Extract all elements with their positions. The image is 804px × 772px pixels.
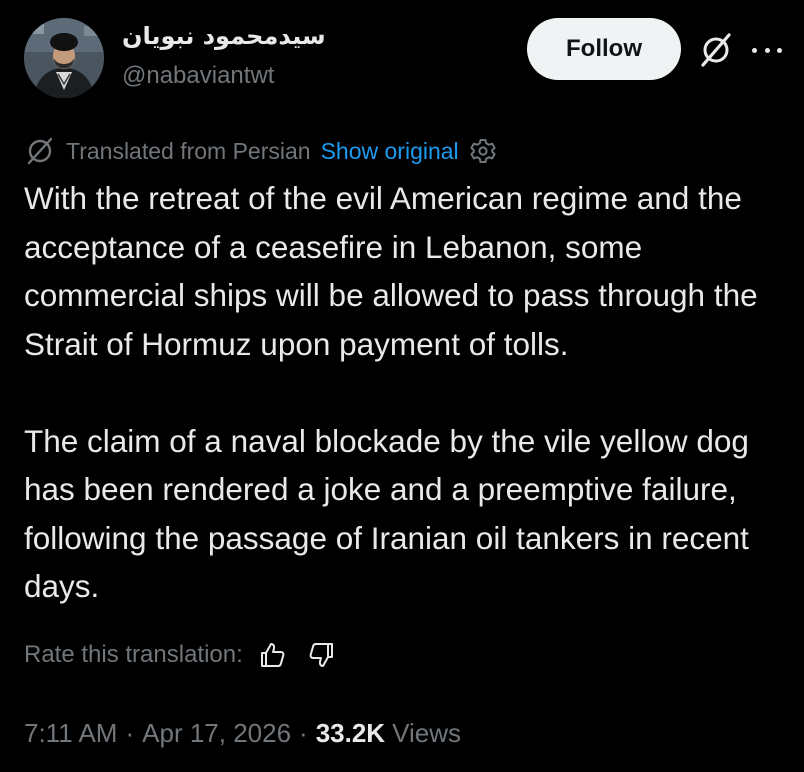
tweet-header: سیدمحمود نبویان @nabaviantwt Follow xyxy=(0,0,804,110)
show-original-link[interactable]: Show original xyxy=(321,138,459,165)
tweet-date[interactable]: Apr 17, 2026 xyxy=(142,718,291,749)
rate-translation-label: Rate this translation: xyxy=(24,641,243,668)
tweet-time[interactable]: 7:11 AM xyxy=(24,718,117,749)
tweet-paragraph: The claim of a naval blockade by the vil… xyxy=(24,422,749,605)
translate-globe-icon xyxy=(27,137,53,165)
views-label: Views xyxy=(392,717,461,748)
views-count: 33.2K xyxy=(315,717,386,748)
gear-icon[interactable] xyxy=(469,137,497,165)
user-handle[interactable]: @nabaviantwt xyxy=(122,62,274,90)
meta-separator: · xyxy=(299,717,308,748)
grok-icon[interactable] xyxy=(696,30,736,70)
follow-button[interactable]: Follow xyxy=(527,18,681,80)
thumbs-down-icon[interactable] xyxy=(307,640,337,670)
meta-separator: · xyxy=(125,717,135,748)
tweet-metadata: 7:11 AM · Apr 17, 2026 · 33.2K Views xyxy=(24,714,461,752)
translation-bar: Translated from Persian Show original xyxy=(24,134,497,168)
rate-translation-row: Rate this translation: xyxy=(24,637,337,673)
display-name[interactable]: سیدمحمود نبویان xyxy=(122,22,326,50)
avatar[interactable] xyxy=(24,18,104,98)
tweet-paragraph: With the retreat of the evil American re… xyxy=(24,180,758,362)
tweet-text: With the retreat of the evil American re… xyxy=(24,174,794,611)
translated-from-label: Translated from Persian xyxy=(66,137,311,164)
more-dots-icon[interactable] xyxy=(752,36,782,64)
thumbs-up-icon[interactable] xyxy=(257,640,287,670)
